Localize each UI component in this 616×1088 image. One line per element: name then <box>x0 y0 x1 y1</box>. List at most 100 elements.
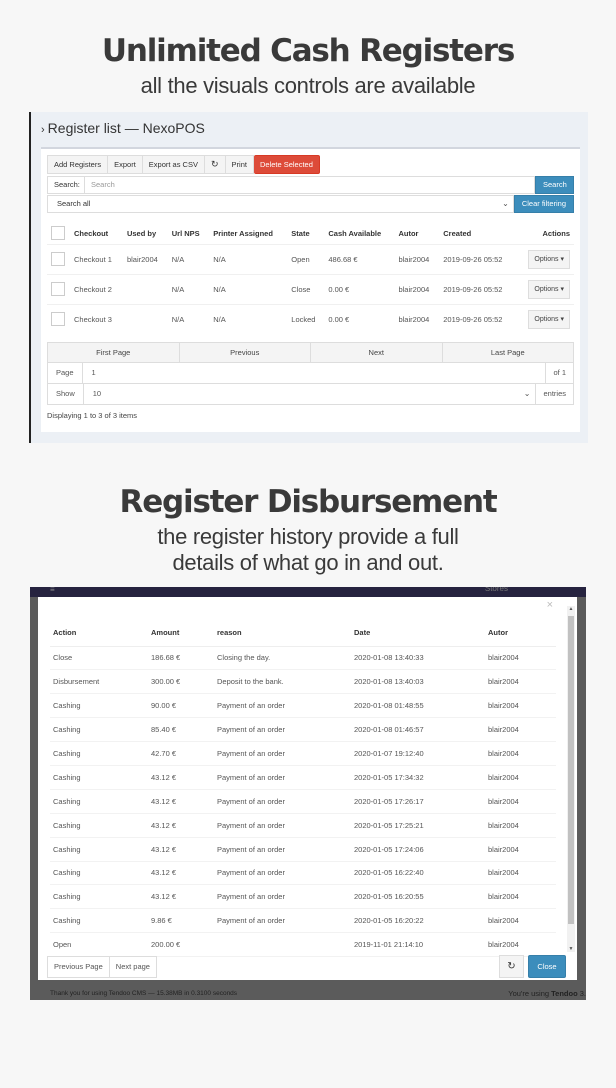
cell-autor: blair2004 <box>485 813 556 838</box>
section1-title: Unlimited Cash Registers <box>101 33 515 69</box>
previous-button[interactable]: Previous <box>180 343 311 362</box>
column-header[interactable]: Autor <box>394 223 439 244</box>
page-input[interactable]: 1 <box>83 363 546 383</box>
column-header: Autor <box>485 620 556 647</box>
cell-reason: Payment of an order <box>214 693 351 719</box>
column-header[interactable]: State <box>287 223 324 244</box>
cell-state: Open <box>287 243 325 274</box>
cell-action: Cashing <box>50 837 148 862</box>
menu-icon[interactable]: ≡ <box>50 587 55 594</box>
cell-autor: blair2004 <box>485 789 556 814</box>
register-table: Checkout Used by Url NPS Printer Assigne… <box>47 223 574 334</box>
column-header[interactable]: Checkout <box>70 223 123 244</box>
table-row: Checkout 3 N/A N/A Locked 0.00 € blair2004 201… <box>47 303 574 334</box>
cell-autor: blair2004 <box>485 908 556 934</box>
refresh-icon[interactable]: ↻ <box>204 155 226 174</box>
options-dropdown-button[interactable]: Options ▾ <box>528 309 570 329</box>
cell-amount: 85.40 € <box>148 717 214 743</box>
section2-subtitle-line2: details of what go in and out. <box>172 550 444 575</box>
section2-title: Register Disbursement <box>119 484 498 520</box>
entries-select[interactable]: 10 ⌄ <box>84 384 536 404</box>
table-header-row: Checkout Used by Url NPS Printer Assigne… <box>47 223 574 244</box>
cell-action: Cashing <box>50 741 148 766</box>
table-row: Cashing 43.12 € Payment of an order 2020-01… <box>50 789 556 814</box>
cell-date: 2020-01-05 16:20:22 <box>351 908 485 934</box>
cell-checkout: Checkout 2 <box>70 273 123 304</box>
search-row: Search: Search Search <box>47 176 574 194</box>
row-checkbox[interactable] <box>51 312 65 327</box>
scroll-down-icon[interactable]: ▼ <box>567 946 575 952</box>
table-row: Cashing 43.12 € Payment of an order 2020-01… <box>50 765 556 790</box>
column-header[interactable]: Created <box>439 223 516 244</box>
cell-action: Cashing <box>50 884 148 910</box>
cell-autor: blair2004 <box>485 693 556 719</box>
cell-action: Cashing <box>50 789 148 814</box>
table-header-row: Action Amount reason Date Autor <box>50 620 556 647</box>
row-checkbox[interactable] <box>51 252 65 266</box>
previous-page-button[interactable]: Previous Page <box>47 956 110 978</box>
cell-action: Cashing <box>50 765 148 790</box>
scrollbar-thumb[interactable] <box>568 616 574 924</box>
refresh-icon[interactable]: ↻ <box>499 955 524 978</box>
cell-autor: blair2004 <box>485 717 556 743</box>
entries-label: entries <box>535 384 573 404</box>
column-header: Actions <box>542 228 570 238</box>
cell-cash: 486.68 € <box>324 243 395 274</box>
cell-autor: blair2004 <box>394 303 440 334</box>
table-row: Cashing 43.12 € Payment of an order 2020-01… <box>50 813 556 838</box>
cell-reason: Payment of an order <box>214 861 351 886</box>
filter-select[interactable]: Search all ⌄ <box>47 195 514 213</box>
register-list-box: Add Registers Export Export as CSV ↻ Pri… <box>41 147 580 432</box>
row-checkbox[interactable] <box>51 282 65 296</box>
close-button[interactable]: Close <box>528 955 566 978</box>
chevron-down-icon: ⌄ <box>523 389 531 398</box>
search-button[interactable]: Search <box>535 176 574 194</box>
delete-selected-button[interactable]: Delete Selected <box>253 155 320 174</box>
search-input[interactable]: Search <box>85 176 535 194</box>
cell-autor: blair2004 <box>394 243 440 274</box>
column-header: Amount <box>148 620 214 647</box>
column-header[interactable]: Printer Assigned <box>209 223 287 244</box>
cell-checkout: Checkout 3 <box>70 303 123 334</box>
stores-link[interactable]: Stores <box>485 587 508 593</box>
select-all-checkbox[interactable] <box>51 226 65 241</box>
cell-amount: 43.12 € <box>148 837 214 862</box>
next-button[interactable]: Next <box>311 343 443 362</box>
toolbar: Add Registers Export Export as CSV ↻ Pri… <box>47 155 320 174</box>
clear-filtering-button[interactable]: Clear filtering <box>513 195 574 213</box>
options-dropdown-button[interactable]: Options ▾ <box>528 279 570 299</box>
column-header[interactable]: Used by <box>123 223 168 244</box>
close-icon[interactable]: × <box>547 599 553 611</box>
page-label: Page <box>48 363 83 383</box>
options-dropdown-button[interactable]: Options ▾ <box>528 249 570 269</box>
page-footer-info: Thank you for using Tendoo CMS — 15.38MB… <box>50 990 238 997</box>
cell-reason: Closing the day. <box>214 646 351 671</box>
cell-amount: 200.00 € <box>148 932 214 958</box>
print-button[interactable]: Print <box>225 155 254 174</box>
cell-amount: 186.68 € <box>148 646 214 671</box>
next-page-button[interactable]: Next page <box>109 956 157 978</box>
column-header: reason <box>214 620 351 647</box>
history-modal: × ▲ ▼ Action Amount reason Date Autor Cl… <box>38 597 577 980</box>
cell-state: Locked <box>287 303 325 334</box>
column-header[interactable]: Cash Available <box>324 223 394 244</box>
cell-url: N/A <box>167 303 210 334</box>
modal-scrollbar[interactable]: ▲ ▼ <box>567 606 575 952</box>
scroll-up-icon[interactable]: ▲ <box>567 606 575 612</box>
cell-action: Cashing <box>50 861 148 886</box>
add-registers-button[interactable]: Add Registers <box>47 155 109 174</box>
table-row: Cashing 90.00 € Payment of an order 2020-01… <box>50 693 556 719</box>
displaying-count: Displaying 1 to 3 of 3 items <box>47 411 138 420</box>
cell-action: Cashing <box>50 693 148 719</box>
table-row: Cashing 43.12 € Payment of an order 2020-01… <box>50 884 556 910</box>
cell-action: Open <box>50 932 148 958</box>
last-page-button[interactable]: Last Page <box>443 343 574 362</box>
column-header[interactable]: Url NPS <box>168 223 209 244</box>
cell-created: 2019-09-26 05:52 <box>439 303 517 334</box>
first-page-button[interactable]: First Page <box>48 343 180 362</box>
export-button[interactable]: Export <box>108 155 143 174</box>
export-csv-button[interactable]: Export as CSV <box>142 155 205 174</box>
cell-reason: Payment of an order <box>214 789 351 814</box>
chevron-down-icon: ⌄ <box>502 199 509 208</box>
cell-reason: Payment of an order <box>214 741 351 766</box>
